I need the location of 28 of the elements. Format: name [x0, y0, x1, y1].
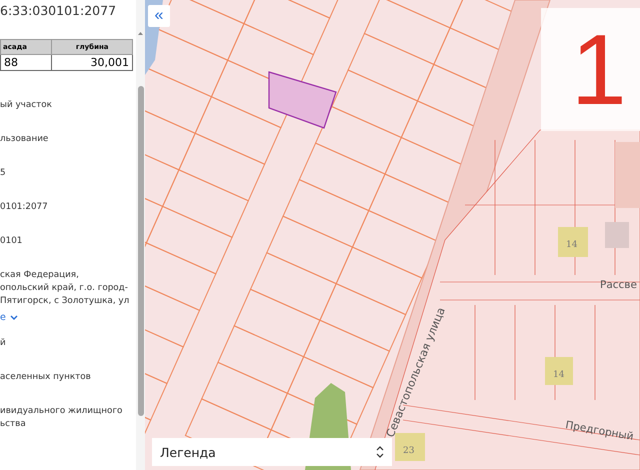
building-footprint	[545, 357, 573, 385]
house-number: 23	[403, 446, 414, 456]
field-value: 0101	[0, 235, 24, 248]
building-footprint	[558, 227, 588, 257]
collapse-panel-button[interactable]: «	[148, 5, 170, 27]
zoom-level-number: 1	[571, 20, 627, 120]
house-number: 14	[566, 240, 578, 250]
table-cell: 30,001	[52, 54, 132, 70]
field-value: льзование	[0, 133, 50, 146]
field-value: ый участок	[0, 99, 53, 112]
scroll-up-arrow-icon[interactable]	[137, 30, 144, 36]
scrollbar-thumb[interactable]	[138, 86, 144, 416]
chevron-icon	[10, 314, 18, 320]
field-value: 0101:2077	[0, 201, 49, 214]
street-label: Рассве	[600, 279, 637, 291]
expand-link[interactable]: е	[0, 312, 136, 323]
field-value: аселенных пунктов	[0, 371, 92, 384]
selected-parcel[interactable]	[268, 71, 337, 129]
field-value: й	[0, 337, 7, 350]
field-value: ивидуального жилищного ьства	[0, 405, 124, 431]
updown-caret-icon	[376, 446, 384, 458]
house-number: 14	[553, 370, 564, 380]
table-cell: 88	[0, 54, 52, 70]
scrollbar[interactable]	[136, 0, 145, 470]
legend-select[interactable]: Легенда	[152, 438, 392, 466]
field-value: ская Федерация, опольский край, г.о. город- Пятигорск, с Золотушка, ул	[0, 269, 130, 308]
cadastral-number: 6:33:030101:2077	[0, 2, 118, 20]
field-value: 5	[0, 167, 7, 180]
